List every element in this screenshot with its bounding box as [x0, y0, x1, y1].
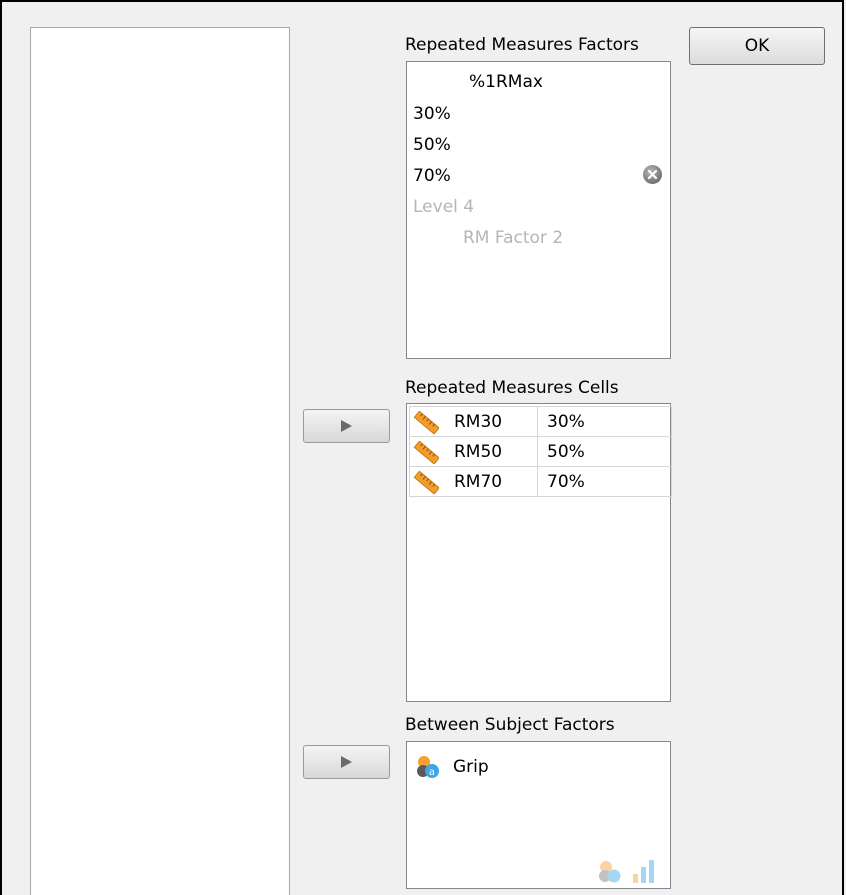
cell-level: 30%	[537, 406, 672, 437]
variable-list[interactable]	[30, 27, 290, 895]
cell-level: 50%	[537, 436, 672, 467]
cell-variable[interactable]: RM70	[409, 466, 538, 497]
table-row[interactable]: RM70 70%	[409, 466, 672, 497]
move-to-rm-cells-button[interactable]	[303, 409, 390, 443]
cell-variable[interactable]: RM50	[409, 436, 538, 467]
play-arrow-icon	[341, 420, 352, 432]
rm-factors-box[interactable]: %1RMax 30% 50% 70% Level 4 RM Factor 2	[406, 61, 671, 359]
cell-variable-label: RM70	[454, 471, 503, 492]
svg-text:a: a	[429, 767, 435, 778]
rm-level-item[interactable]: 30%	[413, 104, 451, 124]
table-row[interactable]: RM30 30%	[409, 406, 672, 437]
between-factors-box[interactable]: a Grip	[406, 741, 671, 889]
rm-level-item[interactable]: 50%	[413, 135, 451, 155]
cell-variable-label: RM50	[454, 441, 503, 462]
between-factors-label: Between Subject Factors	[405, 715, 615, 735]
scale-ruler-icon	[413, 410, 439, 434]
rm-level-item[interactable]: 70%	[413, 166, 451, 186]
rm-cells-label: Repeated Measures Cells	[405, 378, 619, 398]
allowed-types-icon	[599, 860, 654, 883]
cell-variable[interactable]: RM30	[409, 406, 538, 437]
list-item-label: Grip	[453, 757, 489, 777]
rm-cells-table: RM30 30% RM50 50% RM70 70%	[409, 406, 672, 497]
list-item[interactable]: a Grip	[415, 754, 489, 780]
remove-level-icon[interactable]	[643, 165, 662, 184]
table-row[interactable]: RM50 50%	[409, 436, 672, 467]
scale-ruler-icon	[413, 470, 439, 494]
scale-ruler-icon	[413, 440, 439, 464]
cell-variable-label: RM30	[454, 411, 503, 432]
nominal-variable-icon: a	[417, 756, 439, 778]
cell-level: 70%	[537, 466, 672, 497]
move-to-between-factors-button[interactable]	[303, 745, 390, 779]
play-arrow-icon	[341, 756, 352, 768]
rm-factor-placeholder[interactable]: RM Factor 2	[463, 228, 563, 248]
rm-cells-box[interactable]: RM30 30% RM50 50% RM70 70%	[406, 403, 672, 702]
rm-factors-label: Repeated Measures Factors	[405, 35, 639, 55]
rm-level-placeholder[interactable]: Level 4	[413, 197, 474, 217]
ok-button[interactable]: OK	[689, 27, 825, 65]
rm-factor-name[interactable]: %1RMax	[469, 72, 543, 92]
